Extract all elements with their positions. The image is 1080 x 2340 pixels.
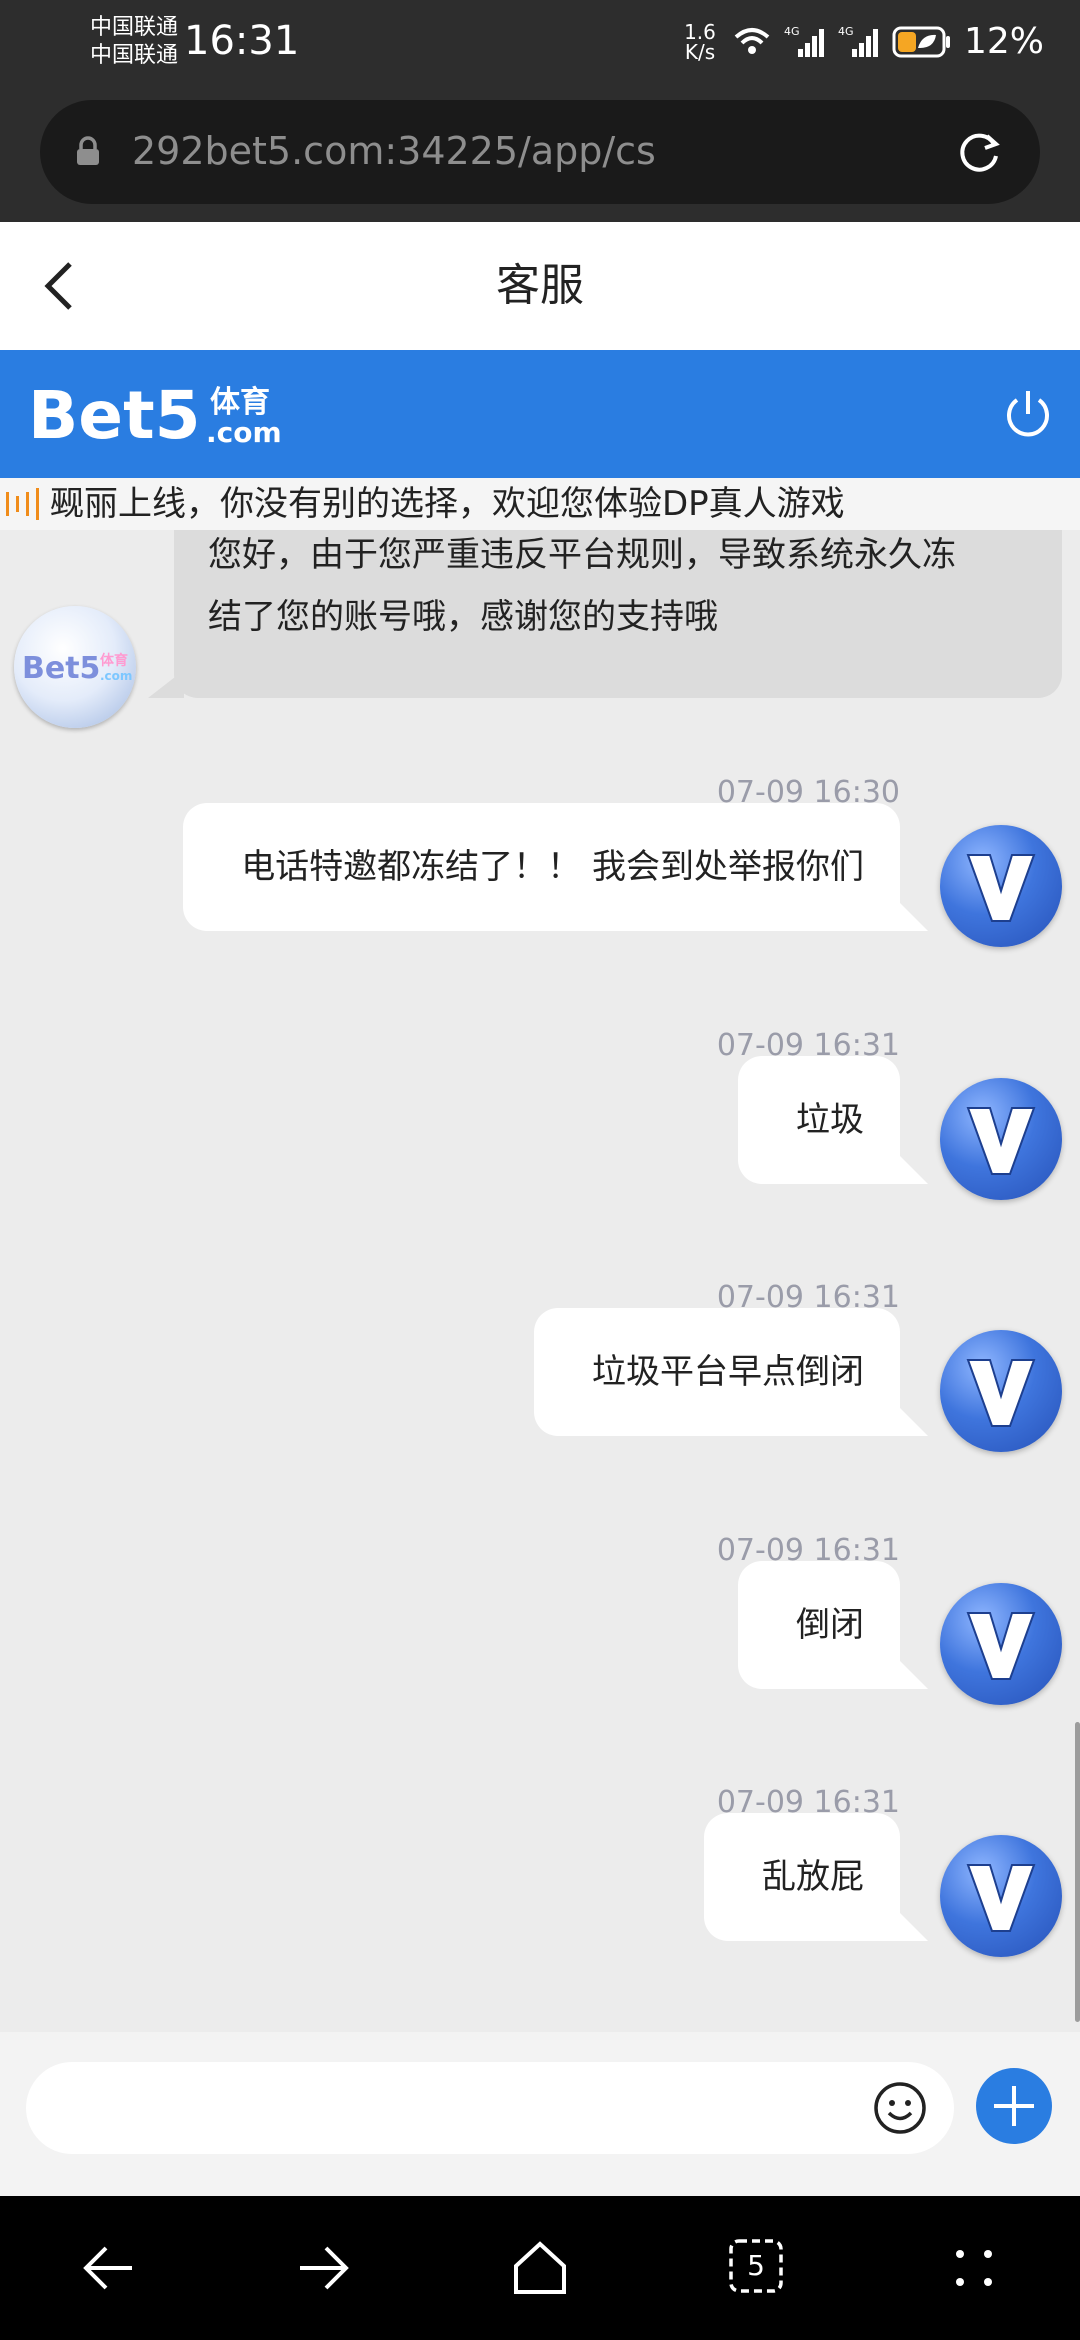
- support-avatar: Bet5 体育 .com: [14, 606, 136, 728]
- nav-tabs-button[interactable]: 5: [728, 2238, 784, 2294]
- outgoing-bubble-tail: [896, 899, 928, 931]
- user-avatar: [940, 1835, 1062, 1957]
- outgoing-message-bubble: 乱放屁: [704, 1813, 900, 1941]
- message-input[interactable]: [26, 2062, 954, 2154]
- nav-back-icon[interactable]: [78, 2238, 138, 2298]
- battery-percent: 12%: [963, 21, 1044, 62]
- announcement-marquee: 觋丽上线，你没有别的选择，欢迎您体验DP真人游戏: [0, 478, 1080, 530]
- outgoing-message-bubble: 垃圾平台早点倒闭: [534, 1308, 900, 1436]
- svg-text:体育: 体育: [100, 652, 128, 669]
- battery-icon: [892, 26, 950, 58]
- nav-home-icon[interactable]: [510, 2238, 570, 2298]
- bet5-logo: Bet5 体育 .com: [28, 377, 282, 450]
- outgoing-message-bubble: 倒闭: [738, 1561, 900, 1689]
- v-avatar-icon: [966, 854, 1036, 922]
- svg-text:.com: .com: [100, 669, 132, 683]
- outgoing-bubble-tail: [896, 1404, 928, 1436]
- status-time: 16:31: [184, 18, 300, 64]
- brand-bar: Bet5 体育 .com: [0, 350, 1080, 478]
- carrier-labels: 中国联通 中国联通: [90, 14, 178, 70]
- reload-icon[interactable]: [954, 128, 1004, 178]
- net-speed-value: 1.6: [684, 20, 716, 44]
- user-avatar: [940, 1330, 1062, 1452]
- user-avatar: [940, 1583, 1062, 1705]
- message-composer: [0, 2032, 1080, 2196]
- svg-text:体育: 体育: [210, 385, 270, 420]
- tab-count: 5: [747, 2249, 765, 2282]
- browser-toolbar: 292bet5.com:34225/app/cs: [0, 100, 1080, 222]
- screen: 中国联通 中国联通 16:31 1.6 K/s 4G 4G 12% 292bet…: [0, 0, 1080, 2340]
- outgoing-bubble-tail: [896, 1909, 928, 1941]
- announcement-text: 觋丽上线，你没有别的选择，欢迎您体验DP真人游戏: [50, 484, 845, 524]
- address-bar[interactable]: 292bet5.com:34225/app/cs: [40, 100, 1040, 204]
- v-avatar-icon: [966, 1864, 1036, 1932]
- outgoing-message-bubble: 电话特邀都冻结了！！ 我会到处举报你们: [183, 803, 900, 931]
- svg-text:.com: .com: [206, 416, 282, 449]
- net-speed-unit: K/s: [684, 40, 716, 64]
- carrier-2: 中国联通: [90, 43, 179, 68]
- net-speed: 1.6 K/s: [680, 22, 720, 62]
- page-header: 客服: [0, 222, 1080, 350]
- incoming-bubble-tail: [148, 670, 184, 698]
- page-title: 客服: [496, 260, 584, 311]
- signal-icon-2: 4G: [838, 25, 878, 57]
- status-icons: 1.6 K/s 4G 4G 12%: [680, 16, 1044, 68]
- carrier-1: 中国联通: [90, 15, 179, 40]
- outgoing-bubble-tail: [896, 1657, 928, 1689]
- browser-nav-bar: 5: [0, 2196, 1080, 2340]
- svg-text:4G: 4G: [838, 25, 854, 38]
- power-icon[interactable]: [1002, 388, 1054, 440]
- user-avatar: [940, 1078, 1062, 1200]
- svg-text:Bet5: Bet5: [28, 377, 201, 450]
- outgoing-bubble-tail: [896, 1152, 928, 1184]
- v-avatar-icon: [966, 1612, 1036, 1680]
- wifi-icon: [734, 28, 770, 54]
- add-attachment-button[interactable]: [976, 2068, 1052, 2144]
- emoji-icon[interactable]: [872, 2080, 928, 2136]
- incoming-message-line-1: 您好，由于您严重违反平台规则，导致系统永久冻: [208, 535, 956, 575]
- v-avatar-icon: [966, 1107, 1036, 1175]
- svg-text:4G: 4G: [784, 25, 800, 38]
- user-avatar: [940, 825, 1062, 947]
- incoming-message-bubble: 您好，由于您严重违反平台规则，导致系统永久冻 结了您的账号哦，感谢您的支持哦: [174, 530, 1062, 698]
- outgoing-message-bubble: 垃圾: [738, 1056, 900, 1184]
- plus-icon: [994, 2086, 1034, 2126]
- lock-icon: [77, 136, 99, 165]
- nav-menu-icon[interactable]: [944, 2238, 1004, 2298]
- url-text[interactable]: 292bet5.com:34225/app/cs: [132, 127, 656, 175]
- v-avatar-icon: [966, 1359, 1036, 1427]
- bet5-avatar-logo: Bet5 体育 .com: [22, 651, 132, 686]
- chat-scrollbar[interactable]: [1075, 1722, 1080, 2022]
- announcement-icon: [6, 488, 39, 520]
- chat-area[interactable]: 您好，由于您严重违反平台规则，导致系统永久冻 结了您的账号哦，感谢您的支持哦 B…: [0, 530, 1080, 2032]
- signal-icon-1: 4G: [784, 25, 824, 57]
- nav-forward-icon[interactable]: [294, 2238, 354, 2298]
- incoming-message-line-2: 结了您的账号哦，感谢您的支持哦: [208, 597, 718, 637]
- status-bar: 中国联通 中国联通 16:31 1.6 K/s 4G 4G 12%: [0, 0, 1080, 100]
- svg-text:Bet5: Bet5: [22, 651, 100, 686]
